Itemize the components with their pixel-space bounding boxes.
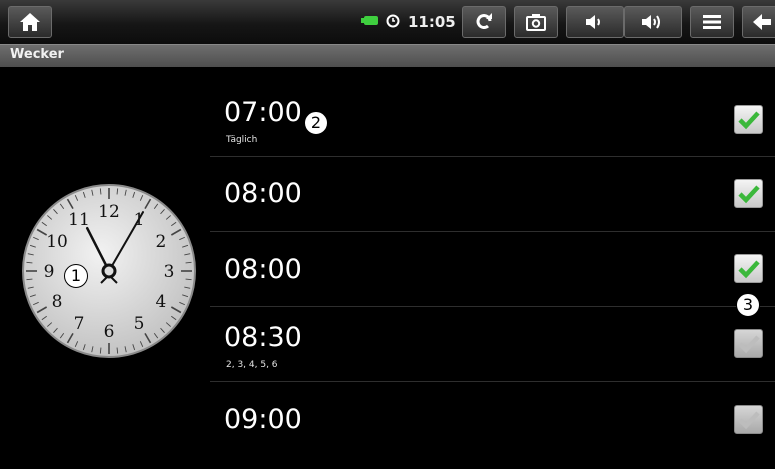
clock-numeral: 6 — [104, 322, 115, 342]
screenshot-button[interactable] — [514, 6, 558, 38]
alarm-repeat: Täglich — [226, 135, 258, 145]
volume-up-button[interactable] — [624, 6, 682, 38]
alarm-time: 07:00 — [224, 97, 302, 128]
rotate-icon — [476, 13, 492, 29]
alarm-status-icon — [386, 14, 400, 28]
alarm-toggle-checkbox[interactable] — [734, 105, 763, 134]
volume-down-icon — [586, 15, 600, 29]
alarm-row[interactable]: 08:00 — [210, 232, 775, 307]
home-icon — [20, 13, 40, 31]
menu-icon — [703, 15, 721, 29]
volume-down-button[interactable] — [566, 6, 624, 38]
checkmark-icon — [738, 260, 760, 279]
alarm-time: 08:30 — [224, 322, 302, 353]
clock-numeral: 7 — [74, 314, 85, 334]
clock-numeral: 12 — [98, 202, 120, 222]
clock-tick — [26, 278, 33, 281]
clock-numeral: 11 — [68, 210, 90, 230]
clock-numeral: 9 — [44, 262, 55, 282]
alarm-time: 08:00 — [224, 178, 302, 209]
clock-numeral: 8 — [52, 292, 63, 312]
clock-tick — [26, 261, 33, 264]
back-button[interactable] — [742, 6, 775, 38]
alarm-row[interactable]: 08:00 — [210, 157, 775, 232]
clock-tick — [185, 261, 192, 264]
volume-up-icon — [642, 15, 660, 29]
alarm-toggle-checkbox[interactable] — [734, 179, 763, 208]
alarm-toggle-checkbox[interactable] — [734, 329, 763, 358]
battery-icon — [361, 16, 378, 25]
clock-numeral: 10 — [46, 232, 68, 252]
clock-numeral: 2 — [156, 232, 167, 252]
title-bar: Wecker — [0, 44, 775, 67]
clock-numeral: 4 — [156, 292, 167, 312]
home-button[interactable] — [8, 6, 52, 38]
clock-tick — [185, 278, 192, 281]
clock-tick — [116, 188, 119, 195]
back-icon — [753, 14, 771, 30]
alarm-repeat: 2, 3, 4, 5, 6 — [226, 360, 278, 370]
alarm-row[interactable]: 09:00 — [210, 382, 775, 459]
callout-badge: 1 — [64, 264, 88, 288]
callout-badge: 3 — [736, 293, 760, 317]
clock-tick — [99, 188, 102, 195]
menu-button[interactable] — [690, 6, 734, 38]
checkmark-icon — [738, 111, 760, 130]
rotate-button[interactable] — [462, 6, 506, 38]
checkmark-icon — [738, 411, 760, 430]
analog-clock-face: 121234567891011 — [22, 184, 196, 358]
clock-tick — [99, 347, 102, 354]
alarm-toggle-checkbox[interactable] — [734, 405, 763, 434]
analog-clock[interactable]: 121234567891011 — [21, 183, 197, 363]
page-title: Wecker — [10, 47, 64, 62]
alarm-toggle-checkbox[interactable] — [734, 254, 763, 283]
status-bar: 11:05 — [0, 0, 775, 44]
callout-badge: 2 — [304, 111, 328, 135]
clock-numeral: 3 — [164, 262, 175, 282]
alarm-time: 09:00 — [224, 404, 302, 435]
clock-numeral: 5 — [134, 314, 145, 334]
checkmark-icon — [738, 185, 760, 204]
alarm-row[interactable]: 08:30 2, 3, 4, 5, 6 — [210, 307, 775, 382]
alarm-time: 08:00 — [224, 254, 302, 285]
checkmark-icon — [738, 335, 760, 354]
alarm-row[interactable]: 07:00 Täglich — [210, 82, 775, 157]
status-time: 11:05 — [408, 13, 456, 31]
clock-tick — [116, 347, 119, 354]
camera-icon — [526, 14, 546, 31]
